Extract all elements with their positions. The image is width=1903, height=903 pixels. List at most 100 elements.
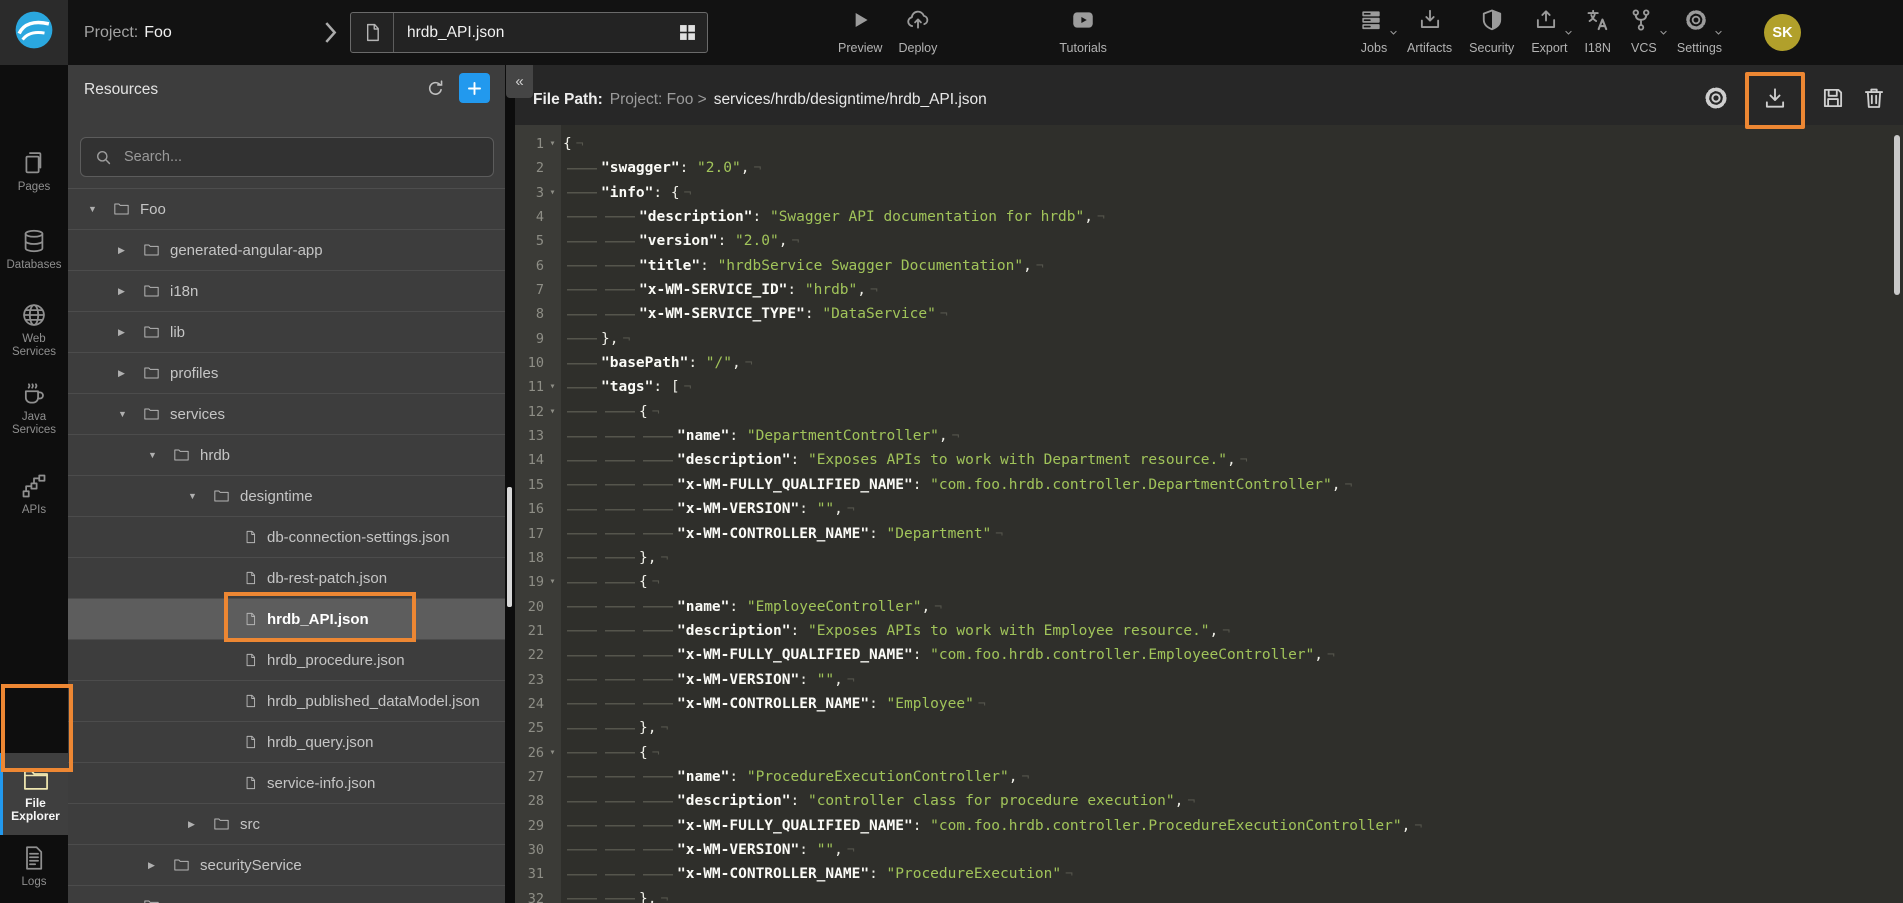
tree-item-hrdb_query.json[interactable]: hrdb_query.json [68, 722, 505, 763]
chevron-collapsed-icon[interactable]: ▶ [118, 245, 142, 256]
editor-settings-button[interactable] [1702, 84, 1730, 117]
top-bar: Project: Foo hrdb_API.json PreviewDeploy… [0, 0, 1903, 65]
tree-item-src[interactable]: ▶src [68, 804, 505, 845]
topbar-action-tutorials[interactable]: Tutorials [1059, 10, 1106, 55]
editor-scrollbar[interactable] [1894, 135, 1900, 295]
tree-item-label: db-rest-patch.json [267, 570, 387, 587]
grid-icon[interactable] [677, 22, 698, 43]
topbar-action-deploy[interactable]: Deploy [898, 10, 937, 55]
collapse-panel-button[interactable]: « [506, 65, 533, 98]
fold-spacer [544, 327, 561, 351]
folder-icon [172, 857, 191, 873]
chevron-expanded-icon[interactable]: ▼ [118, 409, 142, 419]
sidebar-item-file-explorer[interactable]: FileExplorer [0, 753, 68, 835]
chevron-expanded-icon[interactable]: ▼ [148, 450, 172, 460]
tree-item-db-connection-settings.json[interactable]: db-connection-settings.json [68, 517, 505, 558]
sidebar-item-web-services[interactable]: WebServices [0, 301, 68, 359]
fold-arrow-icon[interactable]: ▾ [544, 400, 561, 424]
tree-item-services[interactable]: ▼services [68, 394, 505, 435]
code-line: 23"x-WM-VERSION": "",¬ [515, 668, 1903, 692]
code-line: 8"x-WM-SERVICE_TYPE": "DataService"¬ [515, 302, 1903, 326]
tab-whitespace [563, 570, 601, 594]
user-avatar[interactable]: SK [1764, 14, 1801, 51]
topbar-action-artifacts[interactable]: Artifacts [1407, 10, 1452, 55]
fold-arrow-icon[interactable]: ▾ [544, 741, 561, 765]
add-resource-button[interactable] [459, 73, 490, 103]
fold-spacer [544, 473, 561, 497]
code-line: 19▾{¬ [515, 570, 1903, 594]
sidebar-item-logs[interactable]: Logs [0, 844, 68, 889]
sidebar-item-apis[interactable]: APIs [0, 472, 68, 517]
folder-icon [172, 447, 191, 463]
sidebar-item-pages[interactable]: Pages [0, 149, 68, 194]
tab-whitespace [601, 473, 639, 497]
line-number: 31 [515, 862, 544, 886]
tree-item-Foo[interactable]: ▼Foo [68, 189, 505, 230]
save-file-button[interactable] [1820, 85, 1846, 116]
code-editor[interactable]: 1▾{¬2"swagger": "2.0",¬3▾"info": {¬4"des… [515, 125, 1903, 903]
gear-icon [1702, 84, 1730, 117]
code-line: 28"description": "controller class for p… [515, 789, 1903, 813]
tree-item-profiles[interactable]: ▶profiles [68, 353, 505, 394]
fold-spacer [544, 619, 561, 643]
fold-spacer [544, 838, 561, 862]
topbar-action-vcs[interactable]: VCS [1628, 10, 1660, 55]
tab-whitespace [563, 205, 601, 229]
fold-arrow-icon[interactable]: ▾ [544, 375, 561, 399]
chevron-expanded-icon[interactable]: ▼ [188, 491, 212, 501]
tree-item-hrdb_published_dataModel.json[interactable]: hrdb_published_dataModel.json [68, 681, 505, 722]
topbar-action-jobs[interactable]: Jobs [1358, 10, 1390, 55]
topbar-action-security[interactable]: Security [1469, 10, 1514, 55]
chevron-expanded-icon[interactable]: ▼ [88, 204, 112, 214]
fold-spacer [544, 862, 561, 886]
tree-item-service-info.json[interactable]: service-info.json [68, 763, 505, 804]
chevron-collapsed-icon[interactable]: ▶ [118, 327, 142, 338]
topbar-action-settings[interactable]: Settings [1677, 10, 1722, 55]
tree-item-hrdb_API.json[interactable]: hrdb_API.json [68, 599, 505, 640]
file-path-bar: File Path: Project: Foo > services/hrdb/… [515, 65, 1903, 125]
fold-arrow-icon[interactable]: ▾ [544, 181, 561, 205]
delete-file-button[interactable] [1861, 85, 1887, 116]
tab-whitespace [601, 765, 639, 789]
chevron-collapsed-icon[interactable]: ▶ [188, 819, 212, 830]
tree-item-lib[interactable]: ▶lib [68, 312, 505, 353]
eol-mark: ¬ [684, 186, 692, 201]
api-icon [20, 472, 48, 500]
search-input[interactable] [122, 148, 476, 166]
play-icon [847, 7, 873, 38]
resources-scrollbar[interactable] [507, 487, 512, 607]
refresh-button[interactable] [425, 78, 446, 99]
fold-arrow-icon[interactable]: ▾ [544, 570, 561, 594]
tree-item-generated-angular-app[interactable]: ▶generated-angular-app [68, 230, 505, 271]
tree-item-db-rest-patch.json[interactable]: db-rest-patch.json [68, 558, 505, 599]
left-sidebar: Pages Databases WebServices JavaServices API… [0, 65, 68, 903]
chevron-collapsed-icon[interactable]: ▶ [118, 286, 142, 297]
tree-item-hrdb_procedure.json[interactable]: hrdb_procedure.json [68, 640, 505, 681]
open-file-tab[interactable]: hrdb_API.json [350, 12, 708, 53]
chevron-collapsed-icon[interactable]: ▶ [148, 860, 172, 871]
sidebar-item-databases[interactable]: Databases [0, 227, 68, 272]
tab-whitespace [601, 278, 639, 302]
tree-item-hrdb[interactable]: ▼hrdb [68, 435, 505, 476]
tree-item-src[interactable]: ▶src [68, 886, 505, 903]
topbar-action-i18n[interactable]: I18N [1584, 10, 1610, 55]
fold-spacer [544, 668, 561, 692]
download-file-button[interactable] [1745, 72, 1805, 129]
folder-icon [142, 406, 161, 422]
code-line: 2"swagger": "2.0",¬ [515, 156, 1903, 180]
tab-whitespace [563, 351, 601, 375]
eol-mark: ¬ [940, 307, 948, 322]
fold-arrow-icon[interactable]: ▾ [544, 132, 561, 156]
sidebar-item-java-services[interactable]: JavaServices [0, 379, 68, 437]
topbar-action-preview[interactable]: Preview [838, 10, 882, 55]
app-logo[interactable] [0, 0, 68, 65]
tree-item-i18n[interactable]: ▶i18n [68, 271, 505, 312]
fold-spacer [544, 229, 561, 253]
folder-open-icon [22, 765, 50, 793]
topbar-action-export[interactable]: Export [1531, 10, 1567, 55]
tree-item-designtime[interactable]: ▼designtime [68, 476, 505, 517]
tab-whitespace [601, 448, 639, 472]
tree-item-securityService[interactable]: ▶securityService [68, 845, 505, 886]
chevron-collapsed-icon[interactable]: ▶ [118, 368, 142, 379]
tree-item-label: db-connection-settings.json [267, 529, 450, 546]
